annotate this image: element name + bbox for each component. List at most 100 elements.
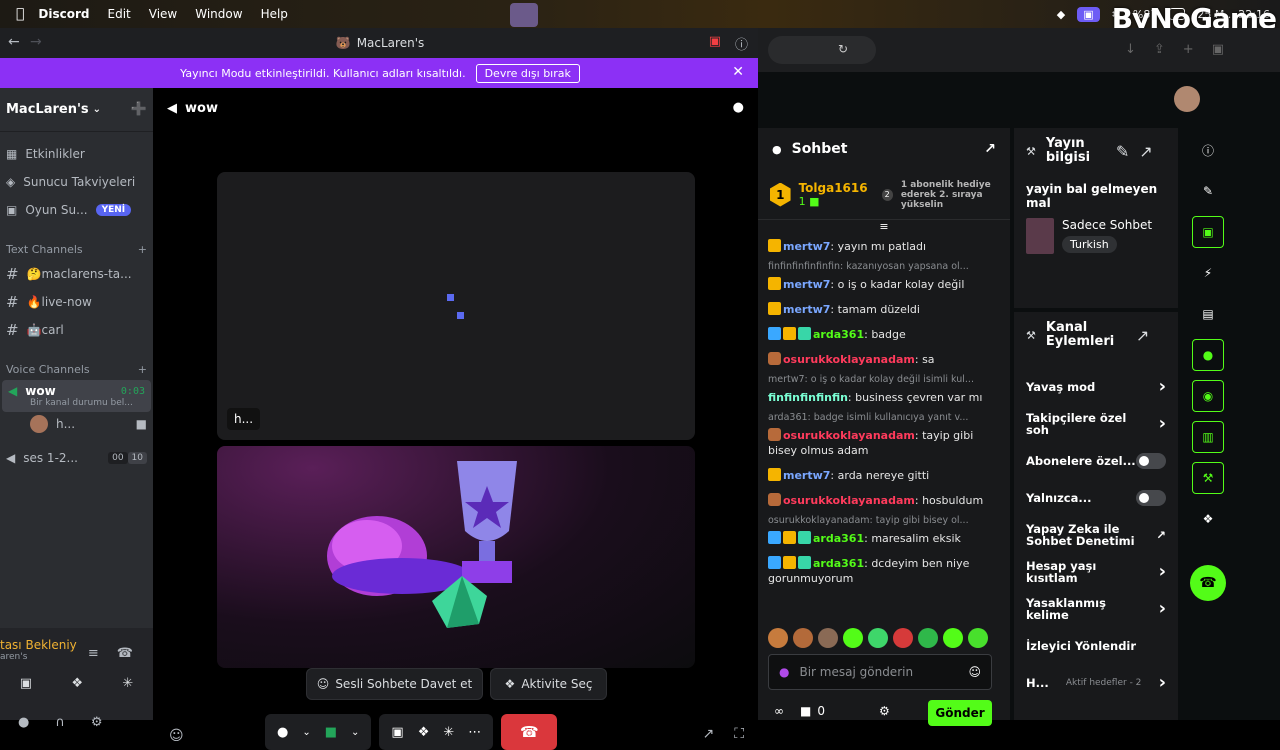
channel-action-row[interactable]: Yasaklanmış kelime › (1014, 590, 1178, 627)
voice-channels-category[interactable]: Voice Channels + (0, 358, 153, 380)
chat-username[interactable]: arda361 (813, 557, 864, 570)
broadcast-icon[interactable]: ◉ (1192, 380, 1224, 412)
emoji-icon[interactable]: ☺ (968, 665, 981, 679)
camera-icon[interactable]: ■ (325, 725, 337, 740)
menu-help[interactable]: Help (261, 7, 288, 21)
chevron-right-icon[interactable]: › (1159, 413, 1166, 434)
channel-action-row[interactable]: Hesap yaşı kısıtlam › (1014, 553, 1178, 590)
channel-status[interactable]: Bir kanal durumu bel... (8, 398, 145, 408)
more-icon[interactable]: ⋯ (468, 725, 481, 740)
popout-icon[interactable]: ↗ (1136, 326, 1149, 345)
pinned-toggle-icon[interactable]: ≡ (758, 220, 1010, 234)
chat-username[interactable]: osurukkoklayanadam (783, 353, 915, 366)
close-icon[interactable]: ✕ (732, 64, 744, 80)
help-icon[interactable]: ⓘ (735, 34, 748, 53)
emote[interactable] (768, 628, 788, 648)
chat-message[interactable]: mertw7: arda nereye gitti (758, 463, 1010, 488)
lightning-icon[interactable]: ⚡ (1192, 257, 1224, 289)
wifi-icon[interactable]: ◆ (1057, 8, 1065, 21)
soundboard-icon[interactable]: ✳ (443, 725, 454, 740)
chat-username[interactable]: arda361 (813, 532, 864, 545)
chevron-down-icon[interactable]: ⌄ (302, 727, 310, 738)
disconnect-call-button[interactable]: ☎ (501, 714, 558, 750)
edit-icon[interactable]: ✎ (1192, 175, 1224, 207)
voice-channel[interactable]: ◀ ses 1-2... 00 10 (0, 444, 153, 472)
activity-icon[interactable]: ❖ (418, 725, 430, 740)
chat-message[interactable]: mertw7: o iş o kadar kolay değil (758, 272, 1010, 297)
chevron-right-icon[interactable]: › (1159, 376, 1166, 397)
chat-username[interactable]: osurukkoklayanadam (783, 494, 915, 507)
emote[interactable] (818, 628, 838, 648)
channel-action-row[interactable]: İzleyici Yönlendir (1014, 627, 1178, 664)
send-button[interactable]: Gönder (928, 700, 992, 726)
control-icon[interactable]: ▣ (1077, 6, 1100, 22)
notes-icon[interactable]: ▤ (1192, 298, 1224, 330)
chat-message[interactable]: osurukkoklayanadam: tayip gibi bisey olm… (758, 423, 1010, 463)
add-channel-icon[interactable]: + (138, 363, 147, 376)
support-button[interactable]: ☎ (1190, 565, 1226, 601)
tabs-icon[interactable]: ▣ (1212, 42, 1224, 57)
popout-icon[interactable]: ↗ (702, 726, 714, 742)
chat-reply-context[interactable]: mertw7: o iş o kadar kolay değil isimli … (758, 372, 1010, 385)
emote[interactable] (893, 628, 913, 648)
extension-pill[interactable] (768, 36, 876, 64)
menu-view[interactable]: View (149, 7, 177, 21)
chevron-down-icon[interactable]: ⌄ (351, 727, 359, 738)
channel-action-row[interactable]: H... Aktif hedefler - 2 › (1014, 664, 1178, 701)
chat-username[interactable]: mertw7 (783, 240, 830, 253)
viewers-icon[interactable]: ∞ (774, 704, 784, 718)
sidebar-item-boosts[interactable]: ◈ Sunucu Takviyeleri (0, 168, 153, 196)
add-member-icon[interactable]: ➕ (131, 102, 147, 117)
text-channel[interactable]: # 🔥live-now (0, 288, 153, 316)
screenshare-icon[interactable]: ▣ (391, 725, 403, 740)
emote[interactable] (843, 628, 863, 648)
server-header[interactable]: MacLaren's ⌄ ➕ (0, 88, 153, 132)
chevron-right-icon[interactable]: › (1159, 561, 1166, 582)
add-friend-icon[interactable]: ☺ (169, 728, 184, 744)
forward-icon[interactable]: → (30, 34, 42, 50)
emote[interactable] (868, 628, 888, 648)
chat-username[interactable]: finfinfinfinfin (768, 391, 848, 404)
channel-action-row[interactable]: Yavaş mod › (1014, 368, 1178, 405)
add-channel-icon[interactable]: + (138, 243, 147, 256)
inbox-icon[interactable]: ▣ (709, 34, 721, 53)
text-channel[interactable]: # 🤔maclarens-ta... (0, 260, 153, 288)
chat-icon[interactable]: ● (733, 100, 744, 115)
chat-message[interactable]: osurukkoklayanadam: hosbuldum (758, 488, 1010, 513)
apple-icon[interactable]:  (16, 6, 24, 22)
settings-gear-icon[interactable]: ⚙ (879, 704, 890, 718)
popout-icon[interactable]: ↗ (1139, 142, 1152, 161)
new-tab-icon[interactable]: + (1183, 42, 1194, 57)
gifter-name[interactable]: Tolga1616 (799, 181, 868, 195)
fullscreen-icon[interactable]: ⛶ (734, 726, 744, 742)
dock-avatar[interactable] (510, 3, 538, 27)
channel-action-row[interactable]: Abonelere özel... (1014, 442, 1178, 479)
tools-icon[interactable]: ⚒ (1192, 462, 1224, 494)
channel-action-row[interactable]: Yalnızca... (1014, 479, 1178, 516)
channel-action-row[interactable]: Yapay Zeka ile Sohbet Denetimi ↗ (1014, 516, 1178, 553)
menu-edit[interactable]: Edit (108, 7, 131, 21)
apps-icon[interactable]: ❖ (1192, 503, 1224, 535)
mic-icon[interactable]: ● (277, 725, 288, 740)
chevron-right-icon[interactable]: › (1159, 672, 1166, 693)
obs-icon[interactable]: ▣ (1192, 216, 1224, 248)
voice-channel-active[interactable]: ◀ wow 0:03 Bir kanal durumu bel... (2, 380, 151, 412)
chat-message[interactable]: osurukkoklayanadam: sa (758, 347, 1010, 372)
chat-reply-context[interactable]: osurukkoklayanadam: tayip gibi bisey ol.… (758, 513, 1010, 526)
external-link-icon[interactable]: ↗ (1156, 528, 1166, 542)
translate-icon[interactable]: ↻ (838, 42, 848, 56)
download-icon[interactable]: ↓ (1125, 42, 1136, 57)
layout-icon[interactable]: ▥ (1192, 421, 1224, 453)
chat-message[interactable]: arda361: badge (758, 322, 1010, 347)
edit-icon[interactable]: ✎ (1116, 142, 1129, 161)
disconnect-icon[interactable]: ☎ (117, 646, 133, 661)
chat-message[interactable]: arda361: dcdeyim ben niye gorunmuyorum (758, 551, 1010, 591)
video-tile-user[interactable]: h... (217, 172, 695, 440)
gift-icon[interactable]: ■ (800, 704, 811, 718)
emote[interactable] (918, 628, 938, 648)
chat-username[interactable]: arda361 (813, 328, 864, 341)
channel-action-row[interactable]: Takipçilere özel soh › (1014, 405, 1178, 442)
headset-icon[interactable]: ∩ (55, 715, 65, 730)
chevron-right-icon[interactable]: › (1159, 598, 1166, 619)
chat-reply-context[interactable]: finfinfinfinfinfin: kazanıyosan yapsana … (758, 259, 1010, 272)
